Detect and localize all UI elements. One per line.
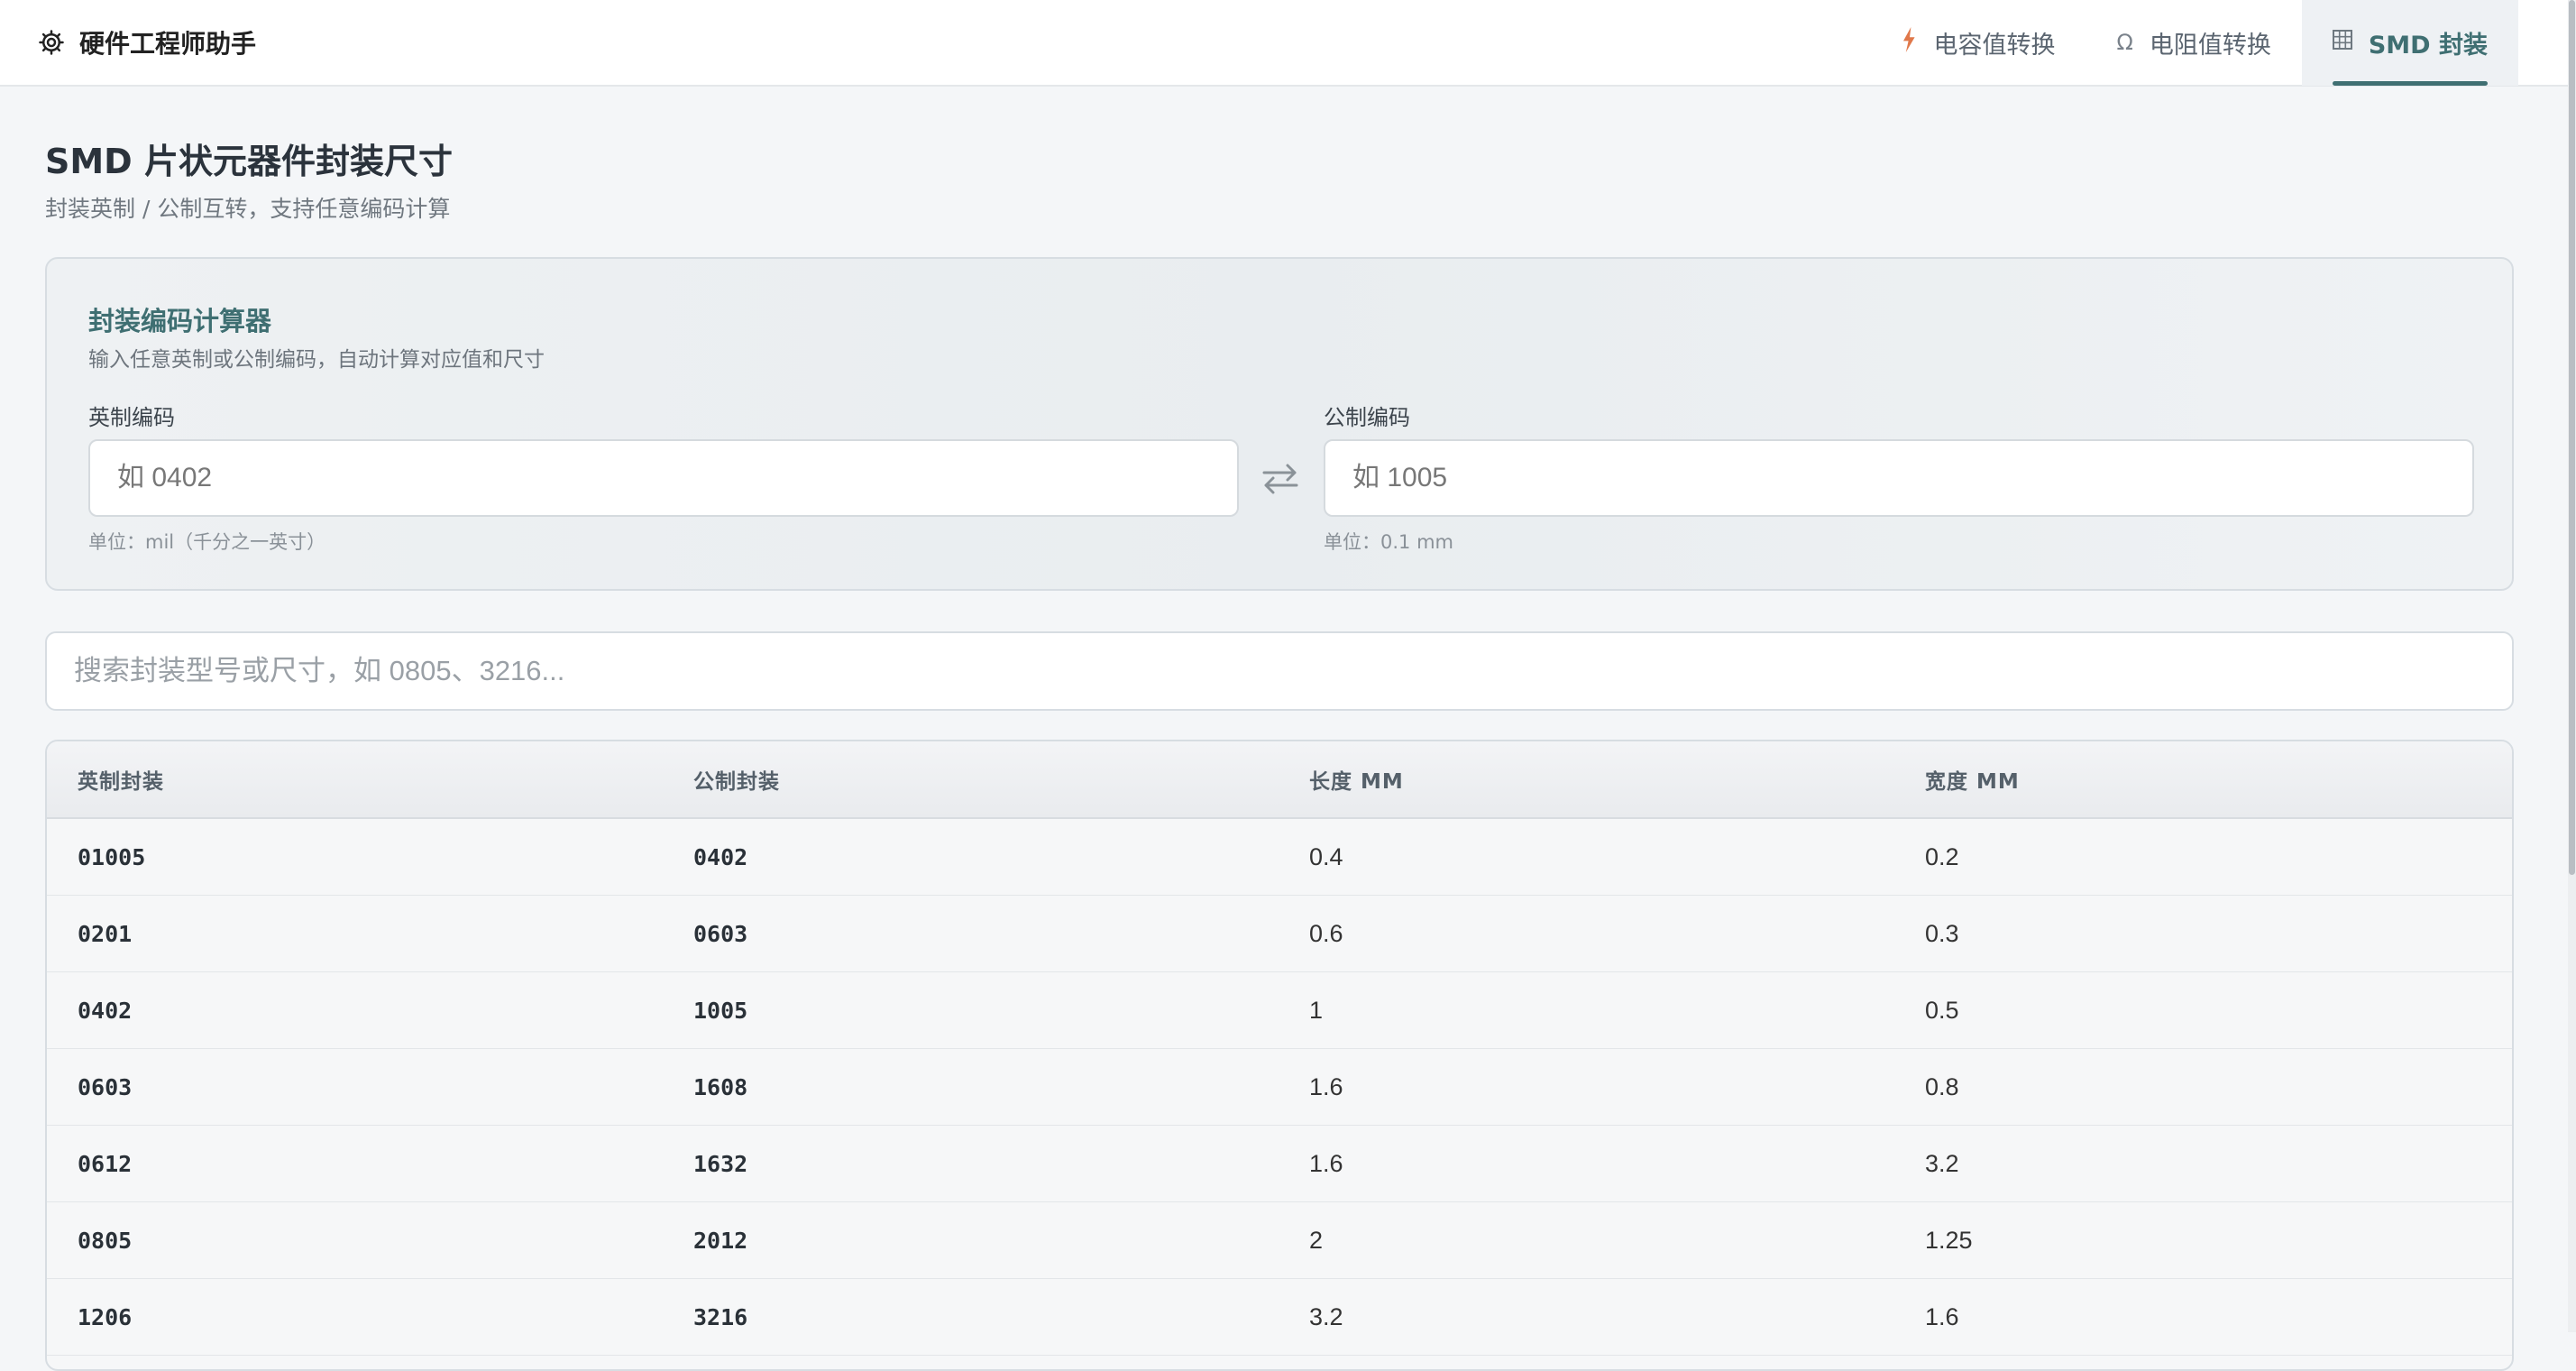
nav-tabs: 电容值转换 Ω 电阻值转换 SMD 封装	[1871, 0, 2518, 86]
bolt-icon	[1902, 27, 1918, 58]
omega-icon: Ω	[2116, 30, 2133, 55]
cell-width-mm: 1.6	[1925, 1302, 1959, 1330]
cell-metric-code: 0402	[693, 843, 748, 870]
tab-label: 电阻值转换	[2149, 31, 2271, 60]
cell-imperial-code: 0612	[78, 1150, 133, 1177]
cell-length-mm: 0.4	[1309, 842, 1343, 870]
cell-imperial-code: 0201	[78, 920, 133, 947]
metric-unit-hint: 单位：0.1 mm	[1324, 531, 1453, 553]
table-row[interactable]: 0402 1005 1 0.5	[47, 972, 2512, 1049]
cell-length-mm: 2	[1309, 1226, 1324, 1254]
column-header-imperial[interactable]: 英制封装	[47, 764, 663, 795]
cell-width-mm: 3.2	[1925, 1149, 1959, 1177]
cell-metric-code: 1632	[693, 1150, 748, 1177]
cell-width-mm: 0.2	[1925, 842, 1959, 870]
cell-metric-code: 1608	[693, 1073, 748, 1100]
tab-label: SMD 封装	[2368, 31, 2488, 60]
cell-width-mm: 1.25	[1925, 1226, 1973, 1254]
tab-capacitor-convert[interactable]: 电容值转换	[1871, 0, 2086, 86]
imperial-code-label: 英制编码	[88, 405, 175, 430]
gear-icon	[39, 30, 64, 55]
column-header-length[interactable]: 长度 MM	[1279, 764, 1894, 795]
cell-imperial-code: 0603	[78, 1073, 133, 1100]
table-row[interactable]: 0805 2012 2 1.25	[47, 1202, 2512, 1279]
table-row[interactable]: 0603 1608 1.6 0.8	[47, 1049, 2512, 1126]
column-header-metric[interactable]: 公制封装	[663, 764, 1279, 795]
cell-metric-code: 3216	[693, 1303, 748, 1330]
metric-code-label: 公制编码	[1324, 405, 1410, 430]
table-row[interactable]: 01005 0402 0.4 0.2	[47, 819, 2512, 896]
cell-width-mm: 0.8	[1925, 1072, 1959, 1100]
column-header-width[interactable]: 宽度 MM	[1894, 764, 2510, 795]
table-row[interactable]: 0201 0603 0.6 0.3	[47, 896, 2512, 972]
cell-metric-code: 0603	[693, 920, 748, 947]
cell-metric-code: 1005	[693, 997, 748, 1024]
app-title: 硬件工程师助手	[79, 29, 257, 59]
cell-metric-code: 2012	[693, 1227, 748, 1254]
page-subtitle: 封装英制 / 公制互转，支持任意编码计算	[45, 196, 451, 222]
cell-imperial-code: 0402	[78, 997, 133, 1024]
cell-imperial-code: 0805	[78, 1227, 133, 1254]
cell-width-mm: 0.3	[1925, 919, 1959, 947]
cell-length-mm: 1.6	[1309, 1149, 1343, 1177]
swap-arrows-icon	[1257, 455, 1304, 502]
grid-icon	[2332, 30, 2352, 55]
cell-length-mm: 3.2	[1309, 1302, 1343, 1330]
smd-package-table: 英制封装 公制封装 长度 MM 宽度 MM 01005 0402 0.4 0.2 020…	[45, 740, 2514, 1371]
table-header: 英制封装 公制封装 长度 MM 宽度 MM	[47, 741, 2512, 819]
metric-code-input[interactable]	[1324, 439, 2474, 517]
tab-smd-package[interactable]: SMD 封装	[2301, 0, 2518, 86]
tab-label: 电容值转换	[1933, 31, 2056, 60]
table-row[interactable]: 0612 1632 1.6 3.2	[47, 1126, 2512, 1202]
imperial-code-input[interactable]	[88, 439, 1239, 517]
table-row[interactable]: 1206 3216 3.2 1.6	[47, 1279, 2512, 1356]
package-code-calculator: 封装编码计算器 输入任意英制或公制编码，自动计算对应值和尺寸 英制编码 单位：m…	[45, 257, 2514, 591]
calculator-description: 输入任意英制或公制编码，自动计算对应值和尺寸	[88, 348, 545, 372]
top-nav-bar: 硬件工程师助手 电容值转换 Ω 电阻值转换 SMD 封装	[0, 0, 2568, 87]
cell-length-mm: 1	[1309, 996, 1324, 1024]
package-search-input[interactable]	[45, 631, 2514, 711]
tab-resistor-convert[interactable]: Ω 电阻值转换	[2086, 0, 2302, 86]
table-body: 01005 0402 0.4 0.2 0201 0603 0.6 0.3 0402 1005 1 0.…	[47, 819, 2512, 1356]
cell-length-mm: 1.6	[1309, 1072, 1343, 1100]
brand[interactable]: 硬件工程师助手	[38, 24, 256, 60]
cell-imperial-code: 1206	[78, 1303, 133, 1330]
cell-width-mm: 0.5	[1925, 996, 1959, 1024]
scrollbar-thumb[interactable]	[2569, 0, 2575, 875]
cell-imperial-code: 01005	[78, 843, 146, 870]
cell-length-mm: 0.6	[1309, 919, 1343, 947]
calculator-title: 封装编码计算器	[88, 306, 272, 336]
page-title: SMD 片状元器件封装尺寸	[45, 142, 453, 181]
imperial-unit-hint: 单位：mil（千分之一英寸）	[88, 531, 326, 553]
page-scrollbar[interactable]	[2568, 0, 2576, 1332]
